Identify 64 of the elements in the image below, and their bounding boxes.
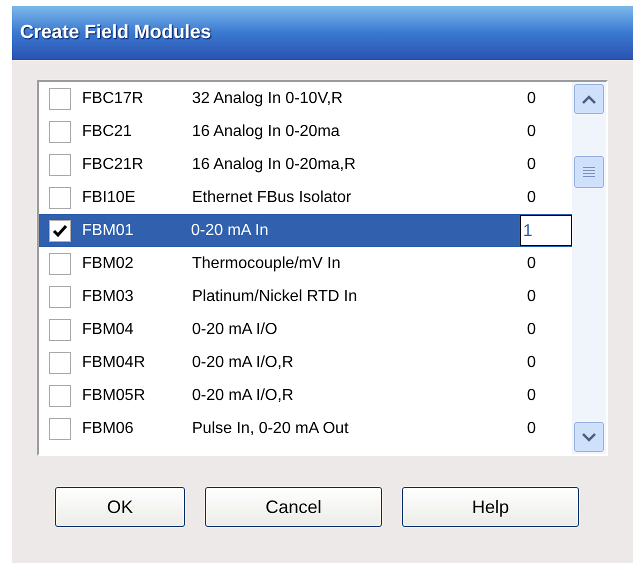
module-description: 16 Analog In 0-20ma,R [192, 154, 357, 174]
module-description: Ethernet FBus Isolator [192, 188, 352, 208]
checkbox[interactable] [49, 418, 71, 440]
module-count: 0 [526, 320, 536, 340]
scroll-up-button[interactable] [574, 84, 604, 114]
module-count: 0 [526, 122, 536, 142]
module-name: FBC21 [82, 122, 133, 142]
module-count: 0 [526, 386, 536, 406]
module-description: 0-20 mA In [191, 220, 270, 240]
scroll-thumb[interactable] [574, 156, 604, 188]
module-description: Pulse In, 0-20 mA Out [192, 418, 350, 438]
module-count: 0 [526, 352, 536, 372]
module-count: 0 [526, 286, 536, 306]
checkbox[interactable] [49, 286, 71, 308]
module-name: FBM02 [82, 254, 135, 274]
checkbox[interactable] [49, 186, 71, 208]
module-description: Thermocouple/mV In [192, 254, 342, 274]
scrollbar[interactable] [572, 82, 606, 454]
checkmark-icon [52, 224, 68, 238]
module-description: Platinum/Nickel RTD In [192, 286, 358, 306]
module-row[interactable]: FBC21 16 Analog In 0-20ma 0 [39, 115, 572, 148]
checkbox[interactable] [49, 252, 71, 274]
module-name: FBM05R [82, 386, 146, 406]
module-count: 0 [526, 188, 536, 208]
checkbox[interactable] [49, 120, 71, 142]
module-name: FBM04 [82, 320, 135, 340]
module-name: FBM06 [82, 418, 135, 438]
dialog-button[interactable]: Cancel [205, 487, 382, 527]
module-count: 0 [526, 88, 536, 108]
module-row[interactable]: FBM04R 0-20 mA I/O,R 0 [39, 346, 572, 379]
checkbox[interactable] [49, 220, 71, 242]
module-row[interactable]: FBI10E Ethernet FBus Isolator 0 [39, 181, 572, 214]
dialog-button[interactable]: Help [402, 487, 579, 527]
module-row[interactable]: FBM04 0-20 mA I/O 0 [39, 313, 572, 346]
dialog-button[interactable]: OK [55, 487, 185, 527]
count-field[interactable]: 1 [520, 215, 572, 246]
module-row[interactable]: FBM01 0-20 mA In 1 [39, 214, 572, 247]
module-description: 16 Analog In 0-20ma [192, 122, 341, 142]
module-description: 0-20 mA I/O [192, 320, 278, 340]
checkbox[interactable] [49, 154, 71, 176]
module-count: 0 [526, 254, 536, 274]
checkbox[interactable] [49, 318, 71, 340]
module-count: 0 [526, 418, 536, 438]
checkbox[interactable] [49, 88, 71, 110]
module-row[interactable]: FBM06 Pulse In, 0-20 mA Out 0 [39, 412, 572, 445]
window-title: Create Field Modules [20, 20, 212, 45]
module-name: FBC21R [82, 154, 144, 174]
module-description: 32 Analog In 0-10V,R [192, 88, 344, 108]
module-name: FBM03 [82, 286, 135, 306]
checkbox[interactable] [49, 352, 71, 374]
module-row[interactable]: FBC17R 32 Analog In 0-10V,R 0 [39, 82, 572, 115]
module-name: FBI10E [82, 188, 136, 208]
module-description: 0-20 mA I/O,R [192, 386, 294, 406]
module-row[interactable]: FBM05R 0-20 mA I/O,R 0 [39, 379, 572, 412]
module-row[interactable]: FBM02 Thermocouple/mV In 0 [39, 247, 572, 280]
module-name: FBM04R [82, 352, 146, 372]
scroll-down-button[interactable] [574, 422, 604, 452]
checkbox[interactable] [49, 384, 71, 406]
module-description: 0-20 mA I/O,R [192, 352, 294, 372]
module-row[interactable]: FBC21R 16 Analog In 0-20ma,R 0 [39, 148, 572, 181]
module-name: FBM01 [82, 220, 135, 240]
module-count: 0 [526, 154, 536, 174]
module-name: FBC17R [82, 88, 144, 108]
module-row[interactable]: FBM03 Platinum/Nickel RTD In 0 [39, 280, 572, 313]
